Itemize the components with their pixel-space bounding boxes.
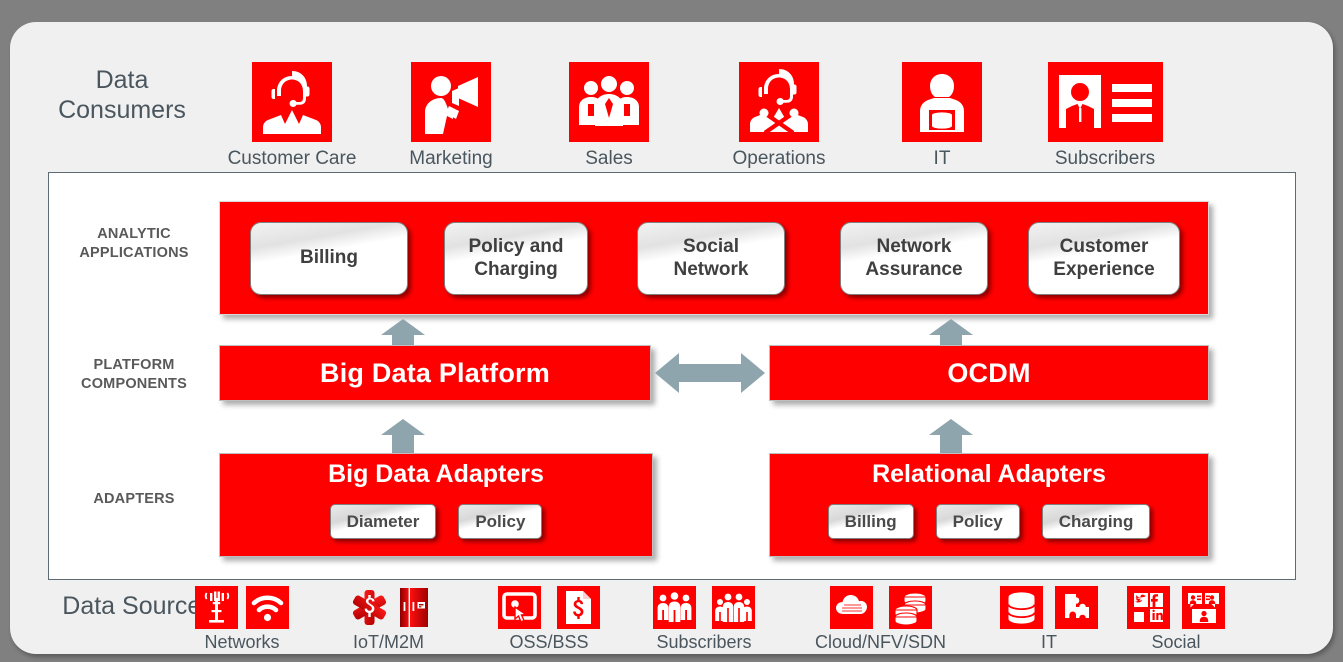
source-label: Cloud/NFV/SDN [815,632,947,652]
source-group-iot-m2m[interactable]: IoT/M2M [348,586,429,653]
source-label: Subscribers [656,632,752,652]
adapter-child-diameter[interactable]: Diameter [329,504,437,539]
consumer-subscribers[interactable]: Subscribers [1040,62,1170,170]
it-person-server-icon [902,62,982,142]
source-label: IT [1041,632,1057,652]
app-button-social-network[interactable]: Social Network [637,222,785,295]
platform-box-big-data-platform[interactable]: Big Data Platform [219,345,651,401]
consumer-label: Marketing [409,148,493,169]
app-button-billing[interactable]: Billing [250,222,408,295]
adapter-child-policy[interactable]: Policy [935,504,1020,539]
architecture-panel: ANALYTIC APPLICATIONS PLATFORM COMPONENT… [48,172,1296,580]
database-icon [1000,586,1043,629]
source-icons [815,586,946,629]
megaphone-person-icon [411,62,491,142]
source-group-cloud-nfv-sdn[interactable]: Cloud/NFV/SDN [815,586,946,653]
diagram-card: Data Consumers Customer Care Marketing S… [10,22,1333,654]
consumer-label: Operations [732,148,826,169]
consumer-label: Subscribers [1054,148,1156,169]
source-group-subscribers[interactable]: Subscribers [653,586,755,653]
adapter-child-charging[interactable]: Charging [1041,504,1151,539]
consumer-customer-care[interactable]: Customer Care [227,62,357,170]
consumer-label: Sales [585,148,633,169]
arrow-bidirectional-bdp-ocdm [655,351,765,395]
analytic-applications-strip: Billing Policy and Charging Social Netwo… [219,201,1209,315]
data-consumers-label: Data Consumers [58,66,186,124]
source-group-social[interactable]: Social [1127,586,1225,653]
source-icons [1000,586,1098,629]
row-label-platform-components: PLATFORM COMPONENTS [81,357,187,392]
wifi-icon [246,586,289,629]
people-group-icon [653,586,696,629]
platform-box-ocdm[interactable]: OCDM [769,345,1209,401]
adapter-title: Relational Adapters [872,460,1106,488]
stacked-disks-icon [888,586,932,629]
adapter-child-billing[interactable]: Billing [827,504,914,539]
dollar-document-icon [557,586,600,629]
tablet-touch-icon [498,586,541,629]
consumer-label: IT [933,148,951,169]
adapter-children: Billing Policy Charging [770,504,1208,539]
app-button-policy-and-charging[interactable]: Policy and Charging [444,222,588,295]
source-group-networks[interactable]: Networks [195,586,289,653]
source-group-it[interactable]: IT [1000,586,1098,653]
adapter-box-relational-adapters[interactable]: Relational Adapters Billing Policy Charg… [769,453,1209,557]
social-logos-grid-icon [1127,586,1170,629]
adapter-children: Diameter Policy [220,504,652,539]
adapter-box-big-data-adapters[interactable]: Big Data Adapters Diameter Policy [219,453,653,557]
adapter-child-policy[interactable]: Policy [458,504,543,539]
source-icons [498,586,600,629]
row-label-adapters: ADAPTERS [93,491,175,507]
id-card-person-icon [1047,62,1163,142]
cloud-icon [829,586,873,629]
adapter-title: Big Data Adapters [328,460,544,488]
source-icons [1127,586,1225,629]
data-sources-band: Data Sources Networks IoT/M2M OSS/BSS Su… [10,582,1333,654]
source-label: Social [1151,632,1201,652]
source-label: OSS/BSS [509,632,589,652]
app-button-customer-experience[interactable]: Customer Experience [1028,222,1180,295]
people-crowd-icon [712,586,755,629]
source-icons [348,586,429,629]
app-button-network-assurance[interactable]: Network Assurance [840,222,988,295]
headset-wrench-icon [739,62,819,142]
consumer-it[interactable]: IT [877,62,1007,170]
consumer-label: Customer Care [227,148,357,169]
source-label: Networks [204,632,280,652]
arrow-up-ra-to-ocdm [929,419,973,453]
vending-machine-icon [399,586,429,629]
star-of-life-icon [348,586,391,629]
consumer-sales[interactable]: Sales [544,62,674,170]
arrow-up-bda-to-bdp [381,419,425,453]
row-label-analytic-applications: ANALYTIC APPLICATIONS [79,226,189,261]
consumer-marketing[interactable]: Marketing [386,62,516,170]
cell-tower-icon [195,586,238,629]
source-icons [195,586,289,629]
source-icons [653,586,755,629]
chat-people-icon [1182,586,1225,629]
consumer-operations[interactable]: Operations [714,62,844,170]
puzzle-piece-icon [1055,586,1098,629]
headset-agent-icon [252,62,332,142]
source-group-oss-bss[interactable]: OSS/BSS [498,586,600,653]
data-sources-label: Data Sources [62,592,214,620]
data-consumers-band: Data Consumers Customer Care Marketing S… [10,22,1333,169]
source-label: IoT/M2M [352,632,424,652]
three-salespeople-icon [569,62,649,142]
